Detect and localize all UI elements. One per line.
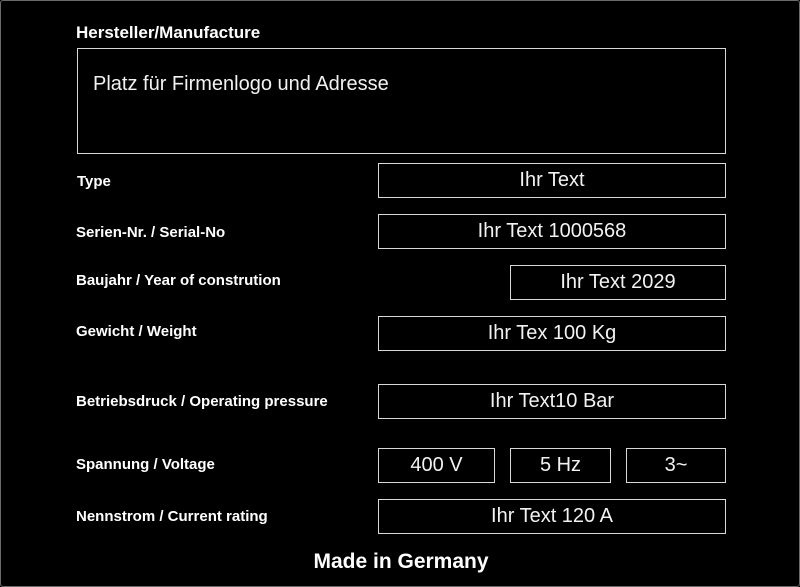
- voltage-value-box: 400 V: [378, 448, 495, 483]
- logo-address-box: Platz für Firmenlogo und Adresse: [77, 48, 726, 154]
- current-value-box: Ihr Text 120 A: [378, 499, 726, 534]
- pressure-value-box: Ihr Text10 Bar: [378, 384, 726, 419]
- logo-placeholder-text: Platz für Firmenlogo und Adresse: [93, 73, 389, 95]
- serial-label: Serien-Nr. / Serial-No: [76, 224, 226, 241]
- pressure-label: Betriebsdruck / Operating pressure: [76, 393, 328, 410]
- made-in-germany-footer: Made in Germany: [313, 550, 489, 573]
- phase-value-box: 3~: [626, 448, 726, 483]
- nameplate: Hersteller/Manufacture Platz für Firmenl…: [0, 0, 800, 587]
- voltage-label: Spannung / Voltage: [76, 456, 215, 473]
- serial-value-box: Ihr Text 1000568: [378, 214, 726, 249]
- current-label: Nennstrom / Current rating: [76, 508, 268, 525]
- weight-label: Gewicht / Weight: [76, 323, 197, 340]
- manufacturer-label: Hersteller/Manufacture: [76, 23, 261, 42]
- frequency-value-box: 5 Hz: [510, 448, 611, 483]
- weight-value-box: Ihr Tex 100 Kg: [378, 316, 726, 351]
- year-value-box: Ihr Text 2029: [510, 265, 726, 300]
- type-label: Type: [77, 173, 111, 190]
- type-value-box: Ihr Text: [378, 163, 726, 198]
- year-label: Baujahr / Year of constrution: [76, 272, 281, 289]
